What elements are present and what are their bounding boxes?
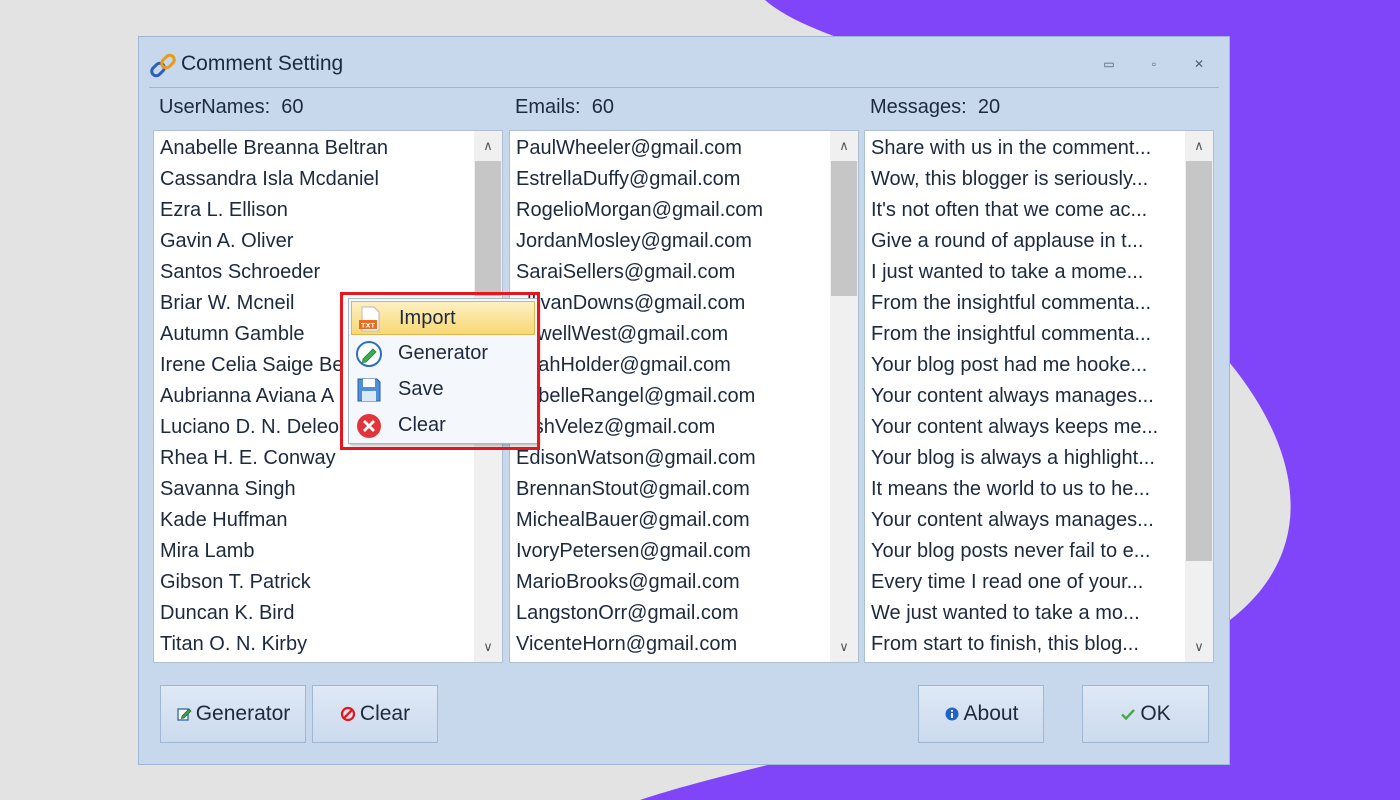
message-item[interactable]: Your blog is always a highlight...	[865, 443, 1185, 474]
edit-icon	[177, 708, 192, 721]
message-item[interactable]: We just wanted to take a mo...	[865, 598, 1185, 629]
scroll-down-icon[interactable]: ∨	[474, 632, 502, 662]
generator-button[interactable]: Generator	[160, 685, 306, 743]
username-item[interactable]: Savanna Singh	[154, 474, 474, 505]
scroll-up-icon[interactable]: ∧	[1185, 131, 1213, 161]
message-item[interactable]: I just wanted to take a mome...	[865, 257, 1185, 288]
scroll-down-icon[interactable]: ∨	[830, 632, 858, 662]
clear-button-label: Clear	[359, 702, 411, 725]
chain-link-icon	[150, 53, 176, 78]
usernames-header: UserNames: 60	[159, 96, 304, 119]
usernames-count: 60	[281, 96, 304, 118]
email-item[interactable]: MichealBauer@gmail.com	[510, 505, 830, 536]
ok-button-label: OK	[1140, 702, 1171, 725]
message-item[interactable]: From the insightful commenta...	[865, 288, 1185, 319]
username-item[interactable]: Santos Schroeder	[154, 257, 474, 288]
title-separator	[149, 87, 1219, 88]
usernames-label: UserNames:	[159, 96, 271, 118]
message-item[interactable]: Your blog posts never fail to e...	[865, 536, 1185, 567]
messages-list: Share with us in the comment... Wow, thi…	[865, 131, 1185, 660]
comment-setting-window: Comment Setting ▭ ▫ ✕ UserNames: 60 Emai…	[138, 36, 1230, 765]
scroll-down-icon[interactable]: ∨	[1185, 632, 1213, 662]
email-item[interactable]: nabelleRangel@gmail.com	[510, 381, 830, 412]
username-item[interactable]: Titan O. N. Kirby	[154, 629, 474, 660]
email-item[interactable]: rushVelez@gmail.com	[510, 412, 830, 443]
username-item[interactable]: Ezra L. Ellison	[154, 195, 474, 226]
generator-button-label: Generator	[195, 702, 291, 725]
username-item[interactable]: Mira Lamb	[154, 536, 474, 567]
message-item[interactable]: Share with us in the comment...	[865, 133, 1185, 164]
email-item[interactable]: IvoryPetersen@gmail.com	[510, 536, 830, 567]
message-item[interactable]: From start to finish, this blog...	[865, 629, 1185, 660]
email-item[interactable]: EstrellaDuffy@gmail.com	[510, 164, 830, 195]
messages-header: Messages: 20	[870, 96, 1000, 119]
message-item[interactable]: Wow, this blogger is seriously...	[865, 164, 1185, 195]
checkmark-icon	[1121, 709, 1136, 721]
usernames-scroll-thumb[interactable]	[475, 161, 501, 296]
email-item[interactable]: EdisonWatson@gmail.com	[510, 443, 830, 474]
messages-listbox[interactable]: Share with us in the comment... Wow, thi…	[864, 130, 1214, 663]
email-item[interactable]: LangstonOrr@gmail.com	[510, 598, 830, 629]
maximize-button[interactable]: ▫	[1141, 53, 1167, 75]
message-item[interactable]: Give a round of applause in t...	[865, 226, 1185, 257]
username-item[interactable]: Gibson T. Patrick	[154, 567, 474, 598]
window-title: Comment Setting	[181, 52, 344, 75]
email-item[interactable]: BrennanStout@gmail.com	[510, 474, 830, 505]
message-item[interactable]: It means the world to us to he...	[865, 474, 1185, 505]
minimize-button[interactable]: ▭	[1096, 53, 1122, 75]
email-item[interactable]: MarioBrooks@gmail.com	[510, 567, 830, 598]
no-entry-icon	[340, 706, 356, 722]
scroll-up-icon[interactable]: ∧	[474, 131, 502, 161]
username-item[interactable]: Gavin A. Oliver	[154, 226, 474, 257]
username-item[interactable]: Cassandra Isla Mcdaniel	[154, 164, 474, 195]
highlight-outline	[340, 292, 540, 450]
about-button-label: About	[963, 702, 1019, 725]
close-button[interactable]: ✕	[1186, 53, 1212, 75]
username-item[interactable]: Duncan K. Bird	[154, 598, 474, 629]
about-button[interactable]: About	[918, 685, 1044, 743]
info-icon	[945, 707, 959, 721]
message-item[interactable]: Every time I read one of your...	[865, 567, 1185, 598]
messages-label: Messages:	[870, 96, 967, 118]
message-item[interactable]: Your content always keeps me...	[865, 412, 1185, 443]
message-item[interactable]: Your content always manages...	[865, 505, 1185, 536]
email-item[interactable]: JordanMosley@gmail.com	[510, 226, 830, 257]
username-item[interactable]: Kade Huffman	[154, 505, 474, 536]
email-item[interactable]: ullivanDowns@gmail.com	[510, 288, 830, 319]
emails-count: 60	[591, 96, 614, 118]
email-item[interactable]: SaraiSellers@gmail.com	[510, 257, 830, 288]
email-item[interactable]: oriahHolder@gmail.com	[510, 350, 830, 381]
scroll-up-icon[interactable]: ∧	[830, 131, 858, 161]
messages-scrollbar[interactable]: ∧ ∨	[1185, 131, 1213, 662]
message-item[interactable]: It's not often that we come ac...	[865, 195, 1185, 226]
message-item[interactable]: From the insightful commenta...	[865, 319, 1185, 350]
emails-header: Emails: 60	[515, 96, 614, 119]
message-item[interactable]: Your blog post had me hooke...	[865, 350, 1185, 381]
emails-scrollbar[interactable]: ∧ ∨	[830, 131, 858, 662]
ok-button[interactable]: OK	[1082, 685, 1209, 743]
email-item[interactable]: PaulWheeler@gmail.com	[510, 133, 830, 164]
emails-list: PaulWheeler@gmail.com EstrellaDuffy@gmai…	[510, 131, 830, 660]
emails-label: Emails:	[515, 96, 581, 118]
messages-scroll-thumb[interactable]	[1186, 161, 1212, 561]
email-item[interactable]: axwellWest@gmail.com	[510, 319, 830, 350]
clear-button[interactable]: Clear	[312, 685, 438, 743]
emails-scroll-thumb[interactable]	[831, 161, 857, 296]
emails-listbox[interactable]: PaulWheeler@gmail.com EstrellaDuffy@gmai…	[509, 130, 859, 663]
title-bar: Comment Setting ▭ ▫ ✕	[139, 37, 1229, 89]
username-item[interactable]: Anabelle Breanna Beltran	[154, 133, 474, 164]
email-item[interactable]: RogelioMorgan@gmail.com	[510, 195, 830, 226]
email-item[interactable]: VicenteHorn@gmail.com	[510, 629, 830, 660]
messages-count: 20	[977, 96, 1001, 118]
message-item[interactable]: Your content always manages...	[865, 381, 1185, 412]
